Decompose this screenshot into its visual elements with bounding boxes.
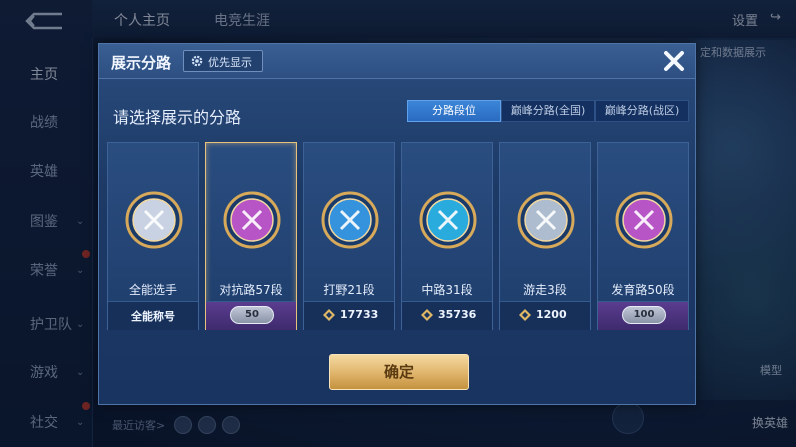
gear-icon: [191, 55, 203, 67]
confirm-label: 确定: [383, 363, 414, 381]
modal-header: 展示分路 优先显示: [99, 44, 695, 79]
lane-card[interactable]: 中路31段 35736: [401, 142, 493, 330]
segment-peak-national[interactable]: 巅峰分路(全国): [501, 100, 595, 122]
segment-label: 巅峰分路(全国): [510, 104, 586, 117]
segment-lane-rank[interactable]: 分路段位: [407, 100, 501, 122]
all-round-medal-icon: [125, 191, 183, 249]
farm-lane-medal-icon: [615, 191, 673, 249]
peak-score-value: 35736: [438, 308, 477, 321]
star-count-value: 100: [633, 309, 655, 320]
close-icon[interactable]: [661, 48, 687, 74]
lane-card-footer: 50: [206, 301, 296, 330]
priority-display-label: 优先显示: [208, 56, 252, 69]
clash-lane-medal-icon: [223, 191, 281, 249]
peak-score-icon: [323, 309, 335, 321]
lane-card-footer: 全能称号: [108, 301, 198, 330]
lane-card-label: 游走3段: [523, 283, 567, 297]
modal-subtitle: 请选择展示的分路: [113, 108, 242, 127]
confirm-button[interactable]: 确定: [329, 354, 469, 390]
footer-title: 全能称号: [131, 310, 175, 323]
lane-card-label: 对抗路57段: [219, 283, 283, 297]
lane-card-row: 全能选手 全能称号 对抗路57段 50 打野21段 17733 中路31段 35736 游走3段…: [107, 142, 689, 330]
lane-card-footer: 17733: [304, 301, 394, 330]
lane-card-label: 发育路50段: [611, 283, 675, 297]
lane-card-footer: 100: [598, 301, 688, 330]
peak-score-icon: [519, 309, 531, 321]
segment-peak-region[interactable]: 巅峰分路(战区): [595, 100, 689, 122]
star-count-value: 50: [245, 309, 259, 320]
lane-card[interactable]: 发育路50段 100: [597, 142, 689, 330]
lane-card-label: 全能选手: [128, 283, 177, 297]
mid-lane-medal-icon: [419, 191, 477, 249]
lane-card-label: 中路31段: [421, 283, 473, 297]
lane-card[interactable]: 打野21段 17733: [303, 142, 395, 330]
lane-card[interactable]: 全能选手 全能称号: [107, 142, 199, 330]
modal-title: 展示分路: [111, 54, 172, 72]
lane-card-label: 打野21段: [323, 283, 375, 297]
jungle-medal-icon: [321, 191, 379, 249]
lane-card-footer: 1200: [500, 301, 590, 330]
lane-card-footer: 35736: [402, 301, 492, 330]
lane-card[interactable]: 对抗路57段 50: [205, 142, 297, 330]
star-count-badge: 100: [622, 306, 666, 324]
lane-display-modal: 展示分路 优先显示 请选择展示的分路 分路段位 巅峰分路(全国) 巅峰分路(战区…: [98, 43, 696, 405]
peak-score-value: 17733: [340, 308, 379, 321]
segment-label: 分路段位: [432, 104, 476, 117]
roam-medal-icon: [517, 191, 575, 249]
segment-label: 巅峰分路(战区): [604, 104, 680, 117]
lane-card[interactable]: 游走3段 1200: [499, 142, 591, 330]
star-count-badge: 50: [230, 306, 274, 324]
priority-display-button[interactable]: 优先显示: [183, 50, 263, 72]
peak-score-value: 1200: [536, 308, 567, 321]
peak-score-icon: [421, 309, 433, 321]
